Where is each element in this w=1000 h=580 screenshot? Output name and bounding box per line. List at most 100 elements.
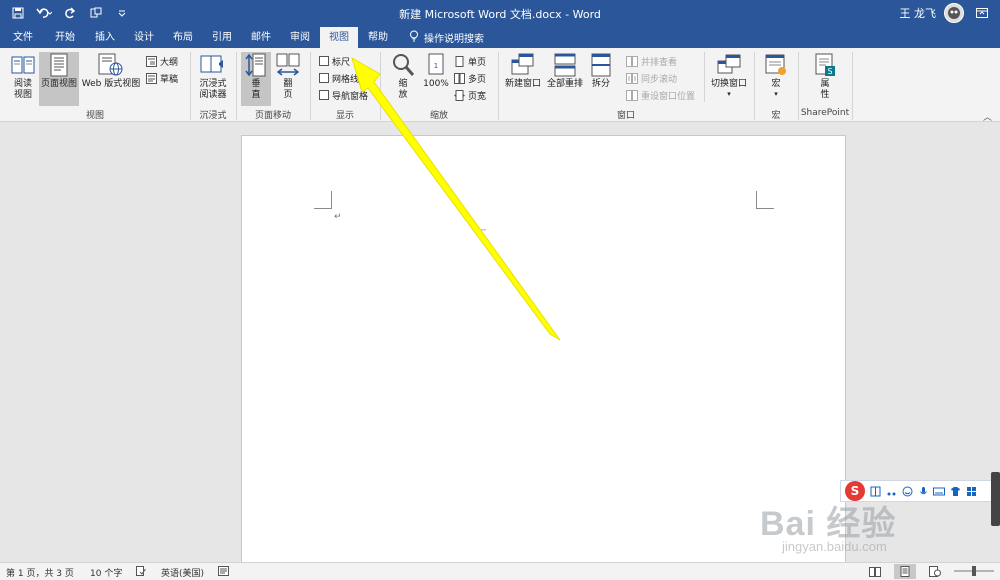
print-layout-label: 页面视图: [40, 79, 77, 89]
draft-button[interactable]: 草稿: [146, 70, 178, 86]
macros-button[interactable]: 宏 ▾: [760, 52, 792, 106]
group-label-page-movement: 页面移动: [254, 111, 291, 121]
one-page-button[interactable]: 单页: [454, 53, 486, 69]
side-to-side-button[interactable]: 翻 页: [273, 52, 303, 106]
tab-help[interactable]: 帮助: [361, 27, 395, 48]
tab-view[interactable]: 视图: [320, 27, 358, 48]
switch-windows-icon: [708, 52, 750, 78]
group-label-macros: 宏: [771, 111, 781, 121]
title-bar: 新建 Microsoft Word 文档.docx - Word 王 龙飞: [0, 0, 1000, 27]
multiple-pages-icon: [454, 72, 465, 84]
web-layout-icon: [80, 52, 142, 78]
document-title: 新建 Microsoft Word 文档.docx - Word: [399, 8, 601, 21]
outline-icon: [146, 55, 157, 67]
ribbon-display-options-icon[interactable]: [972, 4, 992, 22]
outline-button[interactable]: 大纲: [146, 53, 178, 69]
read-mode-icon: [8, 52, 38, 78]
new-window-icon: [503, 52, 543, 78]
avatar[interactable]: [944, 3, 964, 23]
tab-layout[interactable]: 布局: [166, 27, 200, 48]
one-page-label: 单页: [468, 57, 487, 68]
zoom-100-button[interactable]: 1 100%: [420, 52, 452, 106]
print-layout-view-icon[interactable]: [894, 564, 916, 579]
group-label-sharepoint: SharePoint: [800, 108, 850, 118]
gridlines-check-box[interactable]: [319, 73, 329, 83]
print-layout-button[interactable]: 页面视图: [39, 52, 79, 106]
zoom-button[interactable]: 缩 放: [388, 52, 418, 106]
web-layout-button[interactable]: Web 版式视图: [80, 52, 142, 106]
web-layout-label: Web 版式视图: [81, 79, 141, 89]
group-separator: [704, 52, 705, 102]
tab-design[interactable]: 设计: [127, 27, 161, 48]
read-mode-label: 阅读 视图: [13, 79, 32, 100]
arrange-all-button[interactable]: 全部重排: [545, 52, 585, 106]
user-name[interactable]: 王 龙飞: [900, 5, 937, 21]
tab-references[interactable]: 引用: [205, 27, 239, 48]
arrange-all-label: 全部重排: [546, 79, 583, 89]
ribbon-tabs: 文件 开始 插入 设计 布局 引用 邮件 审阅 视图 帮助 操作说明搜索: [0, 27, 1000, 48]
group-label-zoom: 缩放: [429, 111, 448, 121]
watermark-url: jingyan.baidu.com: [782, 539, 887, 554]
properties-button[interactable]: S 属 性: [810, 52, 840, 106]
side-by-side-label: 并排查看: [641, 57, 678, 68]
vertical-button[interactable]: 垂 直: [241, 52, 271, 106]
sync-scroll-button[interactable]: 同步滚动: [626, 70, 677, 86]
new-window-button[interactable]: 新建窗口: [503, 52, 543, 106]
vertical-scroll-icon: [241, 52, 271, 78]
view-side-by-side-button[interactable]: 并排查看: [626, 53, 677, 69]
page-width-button[interactable]: 页宽: [454, 87, 486, 103]
tab-review[interactable]: 审阅: [283, 27, 317, 48]
ime-drag-handle[interactable]: [991, 472, 1000, 526]
split-icon: [587, 52, 615, 78]
read-mode-view-icon[interactable]: [864, 564, 886, 579]
split-button[interactable]: 拆分: [587, 52, 615, 106]
gridlines-label: 网格线: [332, 74, 360, 85]
immersive-reader-button[interactable]: 沉浸式 阅读器: [194, 52, 232, 106]
page-count-status[interactable]: 第 1 页，共 3 页: [6, 566, 74, 579]
read-mode-button[interactable]: 阅读 视图: [8, 52, 38, 106]
tell-me-search[interactable]: 操作说明搜索: [409, 27, 484, 48]
page-width-icon: [454, 89, 465, 101]
group-label-show: 显示: [335, 111, 354, 121]
word-count-status[interactable]: 10 个字: [90, 566, 122, 579]
outline-label: 大纲: [160, 57, 179, 68]
anchor-mark: ⌐: [480, 226, 487, 235]
zoom-100-icon: 1: [420, 52, 452, 78]
zoom-slider[interactable]: [954, 565, 994, 580]
ruler-check-box[interactable]: [319, 56, 329, 66]
nav-pane-checkbox[interactable]: 导航窗格: [319, 87, 368, 103]
ribbon-view: 阅读 视图 页面视图 Web 版式视图 大纲 草稿 视图 沉浸式 阅读器 沉浸式…: [0, 48, 1000, 123]
account-area[interactable]: 王 龙飞: [900, 3, 993, 23]
nav-pane-check-box[interactable]: [319, 90, 329, 100]
ruler-checkbox[interactable]: 标尺: [319, 53, 350, 69]
group-label-window: 窗口: [616, 111, 635, 121]
language-status[interactable]: 英语(美国): [161, 566, 204, 579]
vertical-label: 垂 直: [251, 79, 261, 100]
group-label-immersive: 沉浸式: [199, 111, 227, 121]
properties-label: 属 性: [820, 79, 830, 100]
proofing-icon[interactable]: [136, 566, 146, 579]
new-window-label: 新建窗口: [504, 79, 541, 89]
sync-scroll-label: 同步滚动: [641, 74, 678, 85]
gridlines-checkbox[interactable]: 网格线: [319, 70, 359, 86]
arrange-all-icon: [545, 52, 585, 78]
draft-label: 草稿: [160, 74, 179, 85]
tab-mailings[interactable]: 邮件: [244, 27, 278, 48]
paragraph-mark: ↵: [334, 212, 342, 222]
properties-icon: S: [810, 52, 840, 78]
macro-record-icon[interactable]: [218, 566, 229, 579]
reset-position-icon: [626, 89, 638, 101]
print-layout-icon: [39, 52, 79, 78]
reset-window-position-button[interactable]: 重设窗口位置: [626, 87, 695, 103]
switch-windows-button[interactable]: 切换窗口 ▾: [708, 52, 750, 106]
document-page[interactable]: ↵ ⌐: [241, 135, 846, 565]
web-layout-view-icon[interactable]: [924, 564, 946, 579]
tab-insert[interactable]: 插入: [88, 27, 122, 48]
tab-file[interactable]: 文件: [6, 27, 40, 48]
multiple-pages-button[interactable]: 多页: [454, 70, 486, 86]
chevron-down-icon: ▾: [727, 90, 731, 98]
macros-label: 宏: [771, 79, 781, 89]
tab-home[interactable]: 开始: [48, 27, 82, 48]
multiple-pages-label: 多页: [468, 74, 487, 85]
group-label-views: 视图: [85, 111, 104, 121]
